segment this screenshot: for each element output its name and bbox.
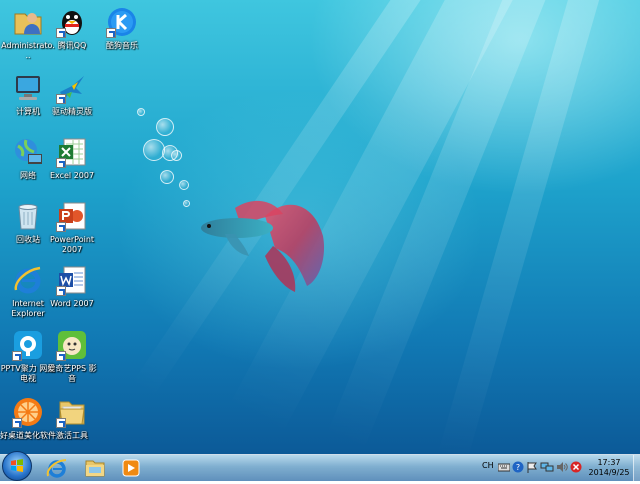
desktop-icon-pps[interactable]: 爱奇艺PPS 影音 <box>44 327 100 384</box>
orange-icon <box>12 396 44 428</box>
media-player-icon <box>122 459 140 477</box>
security-icon[interactable] <box>570 461 582 475</box>
shortcut-arrow-icon <box>56 418 66 428</box>
desktop-icon-qq[interactable]: 腾讯QQ <box>44 4 100 51</box>
betta-fish-image <box>201 200 325 292</box>
taskbar-explorer-button[interactable] <box>80 456 110 480</box>
taskbar-ie-button[interactable] <box>42 456 72 480</box>
bubble <box>156 118 174 136</box>
shortcut-arrow-icon <box>106 28 116 38</box>
shortcut-arrow-icon <box>56 351 66 361</box>
bubble <box>160 170 174 184</box>
recycle-bin-icon <box>12 200 44 232</box>
pptv-icon <box>12 329 44 361</box>
bubble <box>183 200 190 207</box>
shortcut-arrow-icon <box>12 351 22 361</box>
excel-icon <box>56 136 88 168</box>
taskbar-media-player-button[interactable] <box>116 456 146 480</box>
shortcut-arrow-icon <box>56 158 66 168</box>
shortcut-arrow-icon <box>56 222 66 232</box>
icon-label: 驱动精灵版 <box>52 107 92 116</box>
word-icon <box>56 264 88 296</box>
desktop-icon-activation-tool[interactable]: 激活工具 <box>44 394 100 441</box>
icon-label: 激活工具 <box>56 431 88 440</box>
desktop-icon-powerpoint[interactable]: PowerPoint 2007 <box>44 198 100 255</box>
icon-label: Excel 2007 <box>49 171 95 180</box>
bubble <box>179 180 189 190</box>
svg-text:?: ? <box>516 463 520 472</box>
shortcut-arrow-icon <box>56 286 66 296</box>
windows-logo-icon <box>11 459 23 472</box>
network-icon <box>12 136 44 168</box>
computer-icon <box>12 72 44 104</box>
keyboard-icon[interactable] <box>497 461 511 475</box>
qq-penguin-icon <box>56 6 88 38</box>
explorer-folder-icon <box>85 460 105 477</box>
icon-label: PowerPoint 2007 <box>49 235 95 254</box>
user-folder-icon <box>12 6 44 38</box>
volume-icon[interactable] <box>556 461 568 475</box>
clock-time: 17:37 <box>597 458 621 467</box>
bubble <box>171 150 182 161</box>
kugou-icon <box>106 6 138 38</box>
flag-icon[interactable] <box>526 461 538 475</box>
icon-label: Word 2007 <box>50 299 94 308</box>
taskbar: CH ? 17:37 2014/9/25 <box>0 451 640 481</box>
help-icon[interactable]: ? <box>512 461 524 475</box>
icon-label: 腾讯QQ <box>57 41 87 50</box>
bubble <box>137 108 145 116</box>
desktop-icon-excel[interactable]: Excel 2007 <box>44 134 100 181</box>
shortcut-arrow-icon <box>12 418 22 428</box>
folder-icon <box>56 396 88 428</box>
icon-label: 爱奇艺PPS 影音 <box>47 364 97 383</box>
show-desktop-button[interactable] <box>633 455 640 481</box>
pps-icon <box>56 329 88 361</box>
language-indicator[interactable]: CH <box>482 461 494 475</box>
icon-label: 酷狗音乐 <box>106 41 138 50</box>
clock-date: 2014/9/25 <box>588 468 630 477</box>
desktop-icon-driver-genius[interactable]: 驱动精灵版 <box>44 70 100 117</box>
network-icon[interactable] <box>540 461 554 475</box>
ie-icon <box>12 264 44 296</box>
shortcut-arrow-icon <box>56 28 66 38</box>
clock[interactable]: 17:37 2014/9/25 <box>586 458 632 478</box>
desktop-icon-word[interactable]: Word 2007 <box>44 262 100 309</box>
ie-icon <box>46 459 67 478</box>
powerpoint-icon <box>56 200 88 232</box>
start-button[interactable] <box>2 451 32 481</box>
desktop-icon-kugou[interactable]: 酷狗音乐 <box>94 4 150 51</box>
shortcut-arrow-icon <box>56 94 66 104</box>
desktop-background[interactable]: Administrato... 计算机 网络 回收站 Internet Expl… <box>0 0 640 454</box>
bird-icon <box>56 72 88 104</box>
